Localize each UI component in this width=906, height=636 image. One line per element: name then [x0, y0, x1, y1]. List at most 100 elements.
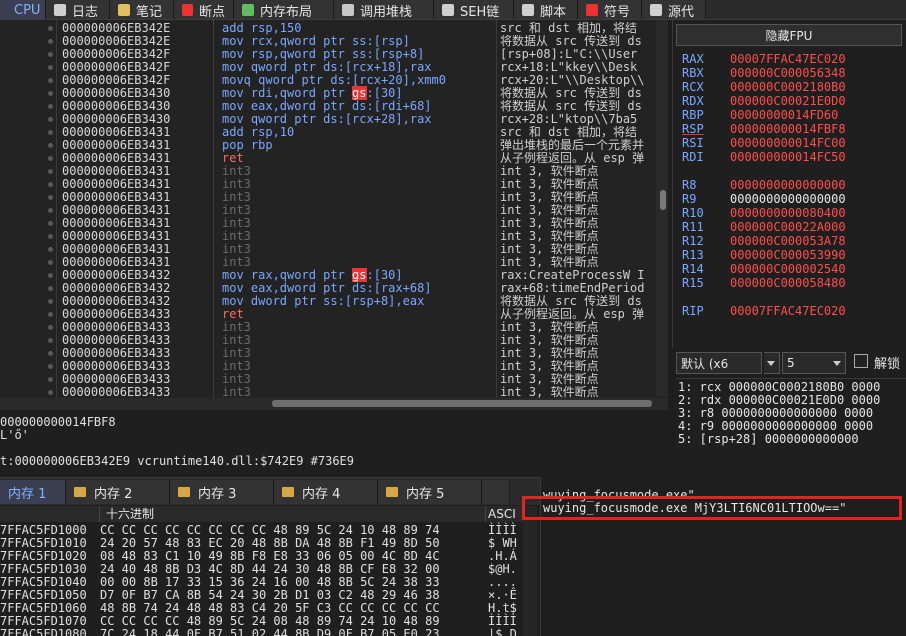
register-value[interactable]: 000000C0002180B0 — [730, 80, 846, 94]
register-value[interactable]: 000000000014FC50 — [730, 150, 846, 164]
register-r15[interactable]: R15 000000C000058480 — [682, 277, 846, 290]
register-value[interactable]: 000000C00021E0D0 — [730, 94, 846, 108]
register-r10[interactable]: R10 0000000000080400 — [682, 207, 846, 220]
convention-dropdown[interactable] — [764, 352, 780, 374]
breakpoint-dot-icon[interactable] — [48, 39, 53, 44]
register-name: RDI — [682, 150, 704, 164]
dump-row[interactable]: 7FFAC5FD1080 7C 24 18 44 0F B7 51 02 44 8… — [0, 628, 522, 636]
scrollbar-thumb[interactable] — [272, 400, 652, 407]
breakpoint-dot-icon[interactable] — [48, 260, 53, 265]
breakpoint-dot-icon[interactable] — [48, 273, 53, 278]
breakpoint-dot-icon[interactable] — [48, 143, 53, 148]
breakpoint-dot-icon[interactable] — [48, 182, 53, 187]
memory-dump-view[interactable]: 十六进制 ASCI 7FFAC5FD1000 CC CC CC CC CC CC … — [0, 506, 540, 636]
dump-vertical-scrollbar[interactable] — [523, 506, 537, 636]
register-rax[interactable]: RAX 00007FFAC47EC020 — [682, 53, 846, 66]
stack-arg-row[interactable]: 5: [rsp+28] 0000000000000 — [678, 433, 859, 446]
register-value[interactable]: 000000C000053A78 — [730, 234, 846, 248]
register-r11[interactable]: R11 000000C00022A000 — [682, 221, 846, 234]
register-r12[interactable]: R12 000000C000053A78 — [682, 235, 846, 248]
register-rip[interactable]: RIP 00007FFAC47EC020 — [682, 305, 846, 318]
unlock-checkbox[interactable] — [854, 354, 868, 368]
breakpoint-dot-icon[interactable] — [48, 195, 53, 200]
tab-call-stack[interactable]: 调用堆栈 — [334, 0, 434, 19]
breakpoint-dot-icon[interactable] — [48, 208, 53, 213]
disasm-comment: rcx+28:L"ktop\\7ba5 — [500, 113, 638, 126]
register-rsi[interactable]: RSI 000000000014FC00 — [682, 137, 846, 150]
breakpoint-dot-icon[interactable] — [48, 78, 53, 83]
tab-breakpoint[interactable]: 断点 — [174, 0, 234, 19]
register-value[interactable]: 0000000000000000 — [730, 178, 846, 192]
register-r13[interactable]: R13 000000C000053990 — [682, 249, 846, 262]
watch-icon[interactable] — [482, 480, 510, 504]
disasm-instruction: mov dword ptr ss:[rsp+8],eax — [222, 294, 425, 308]
calling-convention-select[interactable]: 默认 (x6 — [676, 352, 762, 374]
tab-cpu[interactable]: CPU — [0, 0, 46, 19]
disassembly-view[interactable]: 000000006EB342E add rsp,150 src 和 dst 相加，将… — [0, 20, 668, 398]
breakpoint-dot-icon[interactable] — [48, 156, 53, 161]
breakpoint-dot-icon[interactable] — [48, 351, 53, 356]
hide-fpu-button[interactable]: 隐藏FPU — [676, 24, 902, 46]
register-r8[interactable]: R8 0000000000000000 — [682, 179, 846, 192]
tab-memory-3[interactable]: 内存 3 — [170, 480, 274, 504]
register-rsp[interactable]: RSP 000000000014FBF8 — [682, 123, 846, 136]
tab-memory-5[interactable]: 内存 5 — [378, 480, 482, 504]
register-value[interactable]: 00007FFAC47EC020 — [730, 52, 846, 66]
breakpoint-dot-icon[interactable] — [48, 286, 53, 291]
tab-symbols[interactable]: 符号 — [578, 0, 642, 19]
register-r9[interactable]: R9 0000000000000000 — [682, 193, 846, 206]
breakpoint-dot-icon[interactable] — [48, 338, 53, 343]
notes-icon — [118, 4, 130, 16]
breakpoint-dot-icon[interactable] — [48, 377, 53, 382]
breakpoint-dot-icon[interactable] — [48, 234, 53, 239]
tab-log[interactable]: 日志 — [46, 0, 110, 19]
register-value[interactable]: 000000000014FC00 — [730, 136, 846, 150]
register-value[interactable]: 000000C000053990 — [730, 248, 846, 262]
symbols-icon — [586, 4, 598, 16]
register-rdx[interactable]: RDX 000000C00021E0D0 — [682, 95, 846, 108]
register-value[interactable]: 000000C000056348 — [730, 66, 846, 80]
disasm-comment: int 3, 软件断点 — [500, 243, 599, 256]
register-rbx[interactable]: RBX 000000C000056348 — [682, 67, 846, 80]
register-rcx[interactable]: RCX 000000C0002180B0 — [682, 81, 846, 94]
register-value[interactable]: 000000000014FBF8 — [730, 122, 846, 136]
tab-source[interactable]: 源代 — [642, 0, 706, 19]
register-value[interactable]: 000000C000058480 — [730, 276, 846, 290]
breakpoint-dot-icon[interactable] — [48, 52, 53, 57]
breakpoint-dot-icon[interactable] — [48, 390, 53, 395]
register-value[interactable]: 000000C000002540 — [730, 262, 846, 276]
breakpoint-dot-icon[interactable] — [48, 91, 53, 96]
breakpoint-dot-icon[interactable] — [48, 325, 53, 330]
tab-memory-1[interactable]: 内存 1 — [0, 480, 66, 504]
tab-seh[interactable]: SEH链 — [434, 0, 514, 19]
disasm-comment: int 3, 软件断点 — [500, 334, 599, 347]
breakpoint-dot-icon[interactable] — [48, 221, 53, 226]
register-rbp[interactable]: RBP 00000000014FD60 — [682, 109, 838, 122]
register-value[interactable]: 0000000000080400 — [730, 206, 846, 220]
breakpoint-dot-icon[interactable] — [48, 117, 53, 122]
breakpoint-dot-icon[interactable] — [48, 299, 53, 304]
tab-memory-2[interactable]: 内存 2 — [66, 480, 170, 504]
tab-memory-map[interactable]: 内存布局 — [234, 0, 334, 19]
tab-notes[interactable]: 笔记 — [110, 0, 174, 19]
register-rdi[interactable]: RDI 000000000014FC50 — [682, 151, 846, 164]
arg-count-select[interactable]: 5 — [782, 352, 846, 374]
breakpoint-dot-icon[interactable] — [48, 312, 53, 317]
register-value[interactable]: 0000000000000000 — [730, 192, 846, 206]
scrollbar-thumb[interactable] — [660, 190, 666, 210]
breakpoint-dot-icon[interactable] — [48, 364, 53, 369]
tab-memory-4[interactable]: 内存 4 — [274, 480, 378, 504]
register-value[interactable]: 00000000014FD60 — [730, 108, 838, 122]
tab-script[interactable]: 脚本 — [514, 0, 578, 19]
breakpoint-dot-icon[interactable] — [48, 104, 53, 109]
register-r14[interactable]: R14 000000C000002540 — [682, 263, 846, 276]
breakpoint-dot-icon[interactable] — [48, 169, 53, 174]
disasm-row[interactable]: 000000006EB3433 int3 int 3, 软件断点 — [0, 386, 660, 398]
breakpoint-dot-icon[interactable] — [48, 247, 53, 252]
breakpoint-dot-icon[interactable] — [48, 65, 53, 70]
breakpoint-dot-icon[interactable] — [48, 26, 53, 31]
breakpoint-dot-icon[interactable] — [48, 130, 53, 135]
register-value[interactable]: 000000C00022A000 — [730, 220, 846, 234]
register-value[interactable]: 00007FFAC47EC020 — [730, 304, 846, 318]
memory-icon — [282, 487, 294, 497]
